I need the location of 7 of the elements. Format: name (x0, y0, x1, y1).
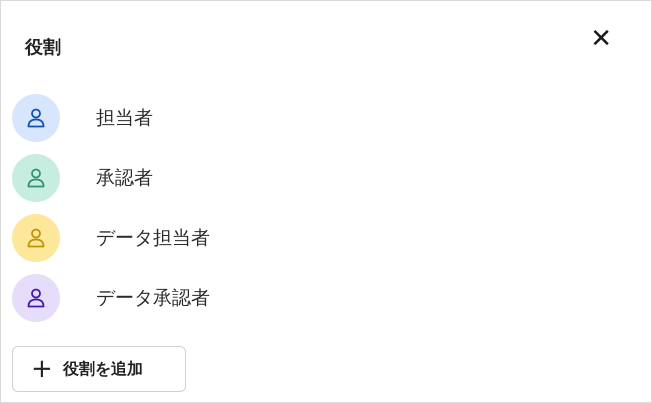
add-role-button[interactable]: + 役割を追加 (12, 346, 186, 392)
role-name: 担当者 (96, 106, 153, 131)
role-name: データ担当者 (96, 226, 210, 251)
panel-title: 役割 (25, 36, 61, 59)
close-button[interactable]: ✕ (586, 24, 616, 54)
role-name: 承認者 (96, 166, 153, 191)
role-name: データ承認者 (96, 286, 210, 311)
